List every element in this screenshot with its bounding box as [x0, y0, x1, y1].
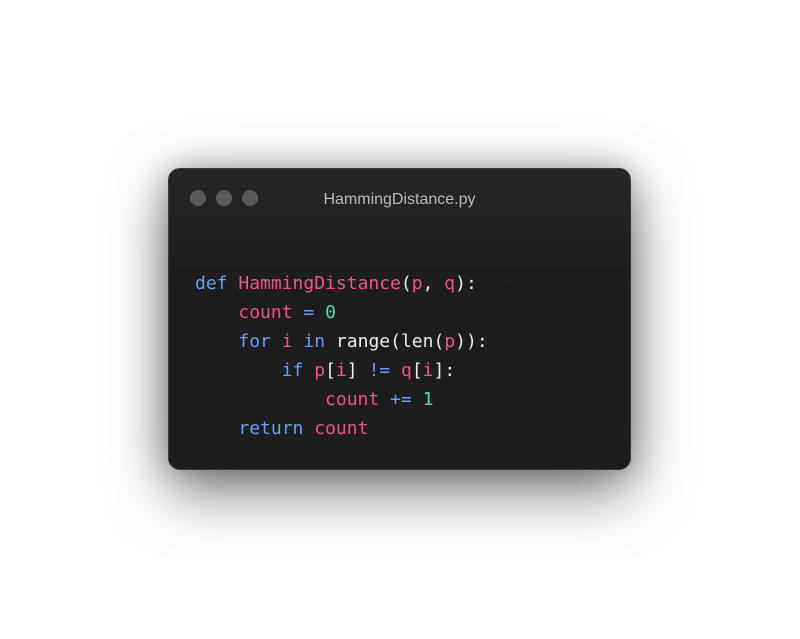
code-token: p [411, 273, 423, 294]
code-token: i [422, 360, 434, 381]
code-line: return count [195, 414, 488, 443]
code-token: [ [411, 360, 423, 381]
code-token: for [238, 331, 271, 352]
code-token: , [422, 273, 445, 294]
code-token: q [444, 273, 456, 294]
code-token: ( [400, 273, 412, 294]
code-token: return [238, 418, 304, 439]
code-token: count [314, 418, 369, 439]
code-token: def [195, 273, 228, 294]
code-token: p [444, 331, 456, 352]
code-token: i [335, 360, 347, 381]
code-line: if p[i] != q[i]: [195, 356, 488, 385]
code-block: def HammingDistance(p, q): count = 0 for… [195, 269, 488, 443]
code-token: 0 [325, 302, 336, 323]
code-token: count [238, 302, 293, 323]
code-token: i [281, 331, 293, 352]
code-token: p [314, 360, 326, 381]
code-window: HammingDistance.py def HammingDistance(p… [168, 168, 631, 470]
code-token: [ [325, 360, 336, 381]
code-token: HammingDistance [238, 273, 401, 294]
code-line: count += 1 [195, 385, 488, 414]
code-token: range(len( [325, 331, 445, 352]
code-token: if [281, 360, 304, 381]
code-line: count = 0 [195, 298, 488, 327]
code-token: != [368, 360, 391, 381]
code-token: count [325, 389, 380, 410]
code-token: )): [455, 331, 488, 352]
code-token: 1 [422, 389, 434, 410]
code-token: ] [346, 360, 369, 381]
code-token: q [400, 360, 412, 381]
code-token: ): [455, 273, 477, 294]
code-line: def HammingDistance(p, q): [195, 269, 488, 298]
code-token: += [390, 389, 412, 410]
code-line: for i in range(len(p)): [195, 327, 488, 356]
code-token: ]: [433, 360, 456, 381]
code-token: = [303, 302, 315, 323]
code-token: in [303, 331, 326, 352]
window-title: HammingDistance.py [323, 191, 476, 208]
